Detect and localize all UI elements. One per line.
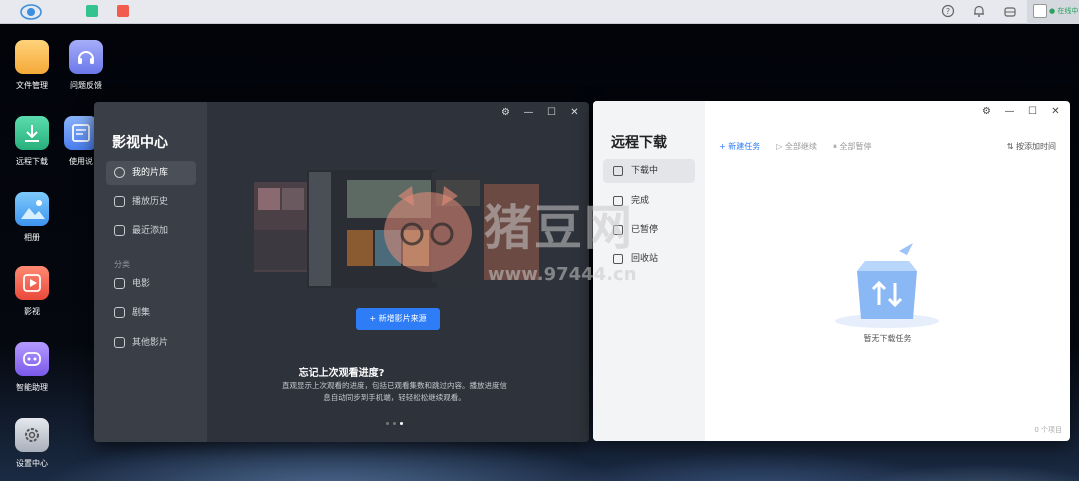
desktop-icon-settings[interactable]: 设置中心 — [7, 418, 57, 469]
maximize-button[interactable]: ☐ — [1026, 105, 1039, 118]
desktop-icon-feedback[interactable]: 问题反馈 — [61, 40, 111, 91]
carousel-dot[interactable] — [393, 422, 396, 425]
folder-icon — [15, 40, 49, 74]
window-controls: ⚙ — ☐ ✕ — [980, 105, 1062, 119]
download-toolbar: + 新建任务 ▷ 全部继续 ⏸ 全部暂停 — [719, 141, 872, 152]
window-controls: ⚙ — ☐ ✕ — [499, 106, 581, 120]
svg-text:?: ? — [946, 7, 950, 16]
movie-icon — [114, 278, 125, 289]
item-count: 0 个项目 — [1034, 426, 1062, 434]
play-icon — [15, 266, 49, 300]
desktop-icon-remote-download[interactable]: 远程下载 — [7, 116, 57, 167]
window-title: 远程下载 — [611, 135, 667, 151]
assistant-icon — [15, 342, 49, 376]
desktop-icon-label: 智能助理 — [16, 383, 48, 392]
desktop-icon-label: 相册 — [24, 233, 40, 242]
nav-category-movies[interactable]: 电影 — [106, 272, 196, 296]
promo-description: 直观显示上次观看的进度，包括已观看集数和跳过内容。播放进度信息自动同步到手机端，… — [282, 381, 507, 402]
desktop-icon-photos[interactable]: 相册 — [7, 192, 57, 243]
manual-icon — [64, 116, 98, 150]
top-taskbar: ? ● 在线中 — [0, 0, 1079, 24]
watermark-main-text: 猪豆网 — [484, 200, 635, 256]
taskbar-download-app-icon[interactable] — [86, 5, 98, 17]
history-icon — [114, 196, 125, 207]
nav-category-other[interactable]: 其他影片 — [106, 331, 196, 355]
new-task-button[interactable]: + 新建任务 — [719, 141, 760, 152]
nav-label: 电影 — [132, 279, 151, 289]
close-button[interactable]: ✕ — [568, 106, 581, 119]
other-video-icon — [114, 337, 125, 348]
nav-label: 播放历史 — [132, 197, 169, 207]
gear-icon — [15, 418, 49, 452]
desktop-icon-label: 问题反馈 — [70, 81, 102, 90]
nav-recently-added[interactable]: 最近添加 — [106, 219, 196, 243]
nav-play-history[interactable]: 播放历史 — [106, 190, 196, 214]
window-title: 影视中心 — [112, 135, 168, 151]
start-all-button[interactable]: ▷ 全部继续 — [776, 141, 817, 152]
carousel-dots[interactable] — [386, 422, 403, 425]
desktop-icon-label: 文件管理 — [16, 81, 48, 90]
remote-download-window: 远程下载 下载中 完成 已暂停 回收站 ⚙ — ☐ ✕ + 新建任务 ▷ 全部继… — [593, 101, 1070, 441]
tv-icon — [114, 307, 125, 318]
settings-icon[interactable]: ⚙ — [499, 106, 512, 119]
nav-label: 下载中 — [631, 166, 659, 176]
settings-icon[interactable]: ⚙ — [980, 105, 993, 118]
minimize-button[interactable]: — — [1003, 105, 1016, 118]
taskbar-video-app-icon[interactable] — [117, 5, 129, 17]
sort-by-added-time-button[interactable]: ⇅ 按添加时间 — [1007, 141, 1056, 152]
cloud-icon[interactable] — [1002, 4, 1018, 20]
question-icon[interactable]: ? — [940, 4, 956, 20]
pause-all-button[interactable]: ⏸ 全部暂停 — [833, 141, 872, 152]
promo-title: 忘记上次观看进度? — [298, 368, 385, 379]
desktop-icon-label: 设置中心 — [16, 459, 48, 468]
category-section-label: 分类 — [114, 260, 130, 269]
nav-category-series[interactable]: 剧集 — [106, 301, 196, 325]
nav-label: 我的片库 — [132, 168, 169, 178]
nav-downloading[interactable]: 下载中 — [603, 159, 695, 183]
close-button[interactable]: ✕ — [1049, 105, 1062, 118]
desktop-icon-label: 影视 — [24, 307, 40, 316]
nav-my-library[interactable]: 我的片库 — [106, 161, 196, 185]
online-status: ● 在线中 — [1049, 7, 1079, 15]
minimize-button[interactable]: — — [522, 106, 535, 119]
nav-label: 最近添加 — [132, 226, 169, 236]
bell-icon[interactable] — [971, 4, 987, 20]
desktop-icon-label: 远程下载 — [16, 157, 48, 166]
user-menu[interactable]: ● 在线中 — [1027, 0, 1079, 24]
avatar — [1033, 4, 1047, 18]
nav-label: 回收站 — [631, 254, 659, 264]
photo-icon — [15, 192, 49, 226]
recent-icon — [114, 225, 125, 236]
desktop-icon-video[interactable]: 影视 — [7, 266, 57, 317]
headset-icon — [69, 40, 103, 74]
nav-label: 剧集 — [132, 308, 151, 318]
add-video-source-button[interactable]: + 新增影片来源 — [356, 308, 440, 330]
maximize-button[interactable]: ☐ — [545, 106, 558, 119]
empty-state-text: 暂无下载任务 — [863, 334, 912, 343]
system-logo-icon[interactable] — [20, 3, 42, 21]
watermark-url-text: www.97444.cn — [488, 264, 637, 285]
film-reel-icon — [114, 167, 125, 178]
nav-label: 其他影片 — [132, 338, 169, 348]
download-icon — [15, 116, 49, 150]
carousel-dot[interactable] — [386, 422, 389, 425]
video-sidebar: 影视中心 我的片库 播放历史 最近添加 分类 电影 剧集 其他影片 — [94, 102, 207, 442]
empty-box-illustration — [835, 243, 939, 328]
desktop-icon-assistant[interactable]: 智能助理 — [7, 342, 57, 393]
nav-label: 已暂停 — [631, 225, 659, 235]
download-tray-icon — [613, 166, 623, 176]
carousel-dot-active[interactable] — [400, 422, 403, 425]
desktop-icon-file-manager[interactable]: 文件管理 — [7, 40, 57, 91]
